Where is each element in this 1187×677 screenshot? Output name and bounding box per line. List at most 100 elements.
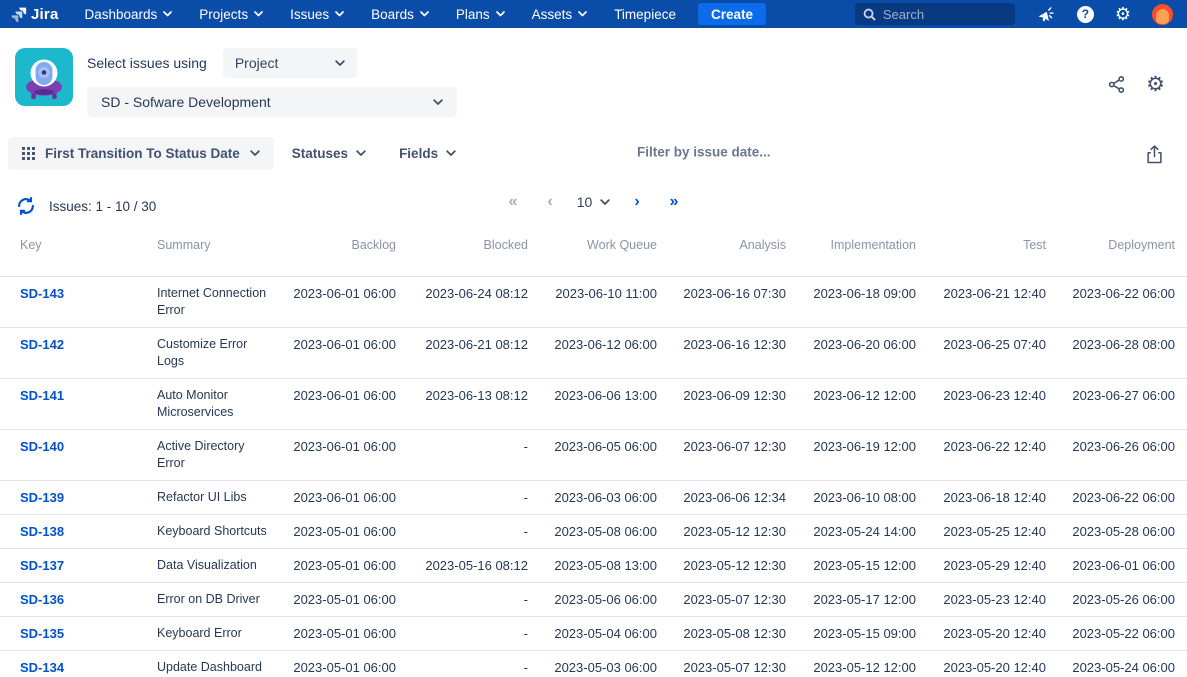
nav-item-label: Issues (290, 6, 330, 22)
date-cell-blocked: 2023-06-21 08:12 (408, 327, 540, 379)
date-cell-blocked: 2023-06-24 08:12 (408, 276, 540, 328)
date-cell-work-queue: 2023-06-12 06:00 (540, 327, 669, 379)
date-cell-deployment: 2023-06-28 08:00 (1058, 327, 1187, 379)
nav-item-dashboards[interactable]: Dashboards (85, 7, 173, 22)
user-avatar[interactable] (1152, 3, 1173, 25)
search-icon (863, 8, 876, 21)
issue-summary-cell: Refactor UI Libs (137, 480, 283, 515)
pagination-row: Issues: 1 - 10 / 30 « ‹ 10 › » (0, 180, 1187, 222)
issue-key-cell: SD-139 (0, 480, 137, 515)
nav-item-label: Timepiece (614, 6, 676, 22)
chevron-down-icon (356, 150, 366, 157)
issue-summary-cell: Auto Monitor Microservices (137, 378, 283, 430)
issue-key-link[interactable]: SD-137 (20, 558, 64, 573)
date-cell-deployment: 2023-05-28 06:00 (1058, 514, 1187, 549)
issue-source-selectors: Select issues using Project SD - Sofware… (87, 48, 457, 117)
issue-key-link[interactable]: SD-140 (20, 439, 64, 454)
column-header-work-queue: Work Queue (587, 238, 657, 252)
issue-key-cell: SD-134 (0, 650, 137, 677)
chevron-down-icon (335, 59, 345, 67)
announcements-megaphone-icon[interactable] (1036, 5, 1056, 24)
jira-logo[interactable]: Jira (10, 5, 59, 23)
issue-key-link[interactable]: SD-142 (20, 337, 64, 352)
date-cell-analysis: 2023-06-16 07:30 (669, 276, 798, 328)
share-icon[interactable] (1107, 75, 1126, 94)
date-cell-backlog: 2023-05-01 06:00 (283, 616, 408, 651)
fields-dropdown[interactable]: Fields (399, 146, 456, 161)
table-body: SD-143 Internet Connection Error 2023-06-0… (0, 276, 1187, 677)
refresh-icon[interactable] (15, 195, 37, 217)
export-icon[interactable] (1146, 144, 1163, 164)
issue-key-link[interactable]: SD-135 (20, 626, 64, 641)
issue-key-link[interactable]: SD-134 (20, 660, 64, 675)
report-toolbar: First Transition To Status Date Statuses… (0, 123, 1187, 180)
pager: « ‹ 10 › » (495, 193, 693, 210)
nav-item-issues[interactable]: Issues (290, 7, 344, 22)
date-cell-backlog: 2023-05-01 06:00 (283, 548, 408, 583)
jira-logo-icon (10, 5, 28, 23)
column-picker-dropdown[interactable]: First Transition To Status Date (8, 137, 274, 170)
chevron-down-icon (578, 11, 588, 17)
date-cell-test: 2023-06-25 07:40 (928, 327, 1058, 379)
select-mode-value: Project (234, 55, 279, 71)
create-button[interactable]: Create (697, 3, 766, 25)
chevron-down-icon (250, 150, 260, 157)
date-cell-backlog: 2023-06-01 06:00 (283, 429, 408, 481)
issue-key-link[interactable]: SD-136 (20, 592, 64, 607)
issue-summary-cell: Keyboard Error (137, 616, 283, 651)
gadget-settings-gear-icon[interactable]: ⚙ (1146, 74, 1165, 95)
nav-item-boards[interactable]: Boards (371, 7, 429, 22)
date-cell-blocked: 2023-06-13 08:12 (408, 378, 540, 430)
prev-page-button[interactable]: ‹ (532, 193, 569, 210)
main-menu: Dashboards Projects Issues Boards Plans Asset… (85, 7, 676, 22)
date-cell-deployment: 2023-05-26 06:00 (1058, 582, 1187, 617)
date-cell-backlog: 2023-06-01 06:00 (283, 276, 408, 328)
date-cell-implementation: 2023-05-12 12:00 (798, 650, 928, 677)
navbar-search[interactable] (854, 3, 1015, 25)
date-cell-implementation: 2023-06-10 08:00 (798, 480, 928, 515)
nav-item-assets[interactable]: Assets (532, 7, 588, 22)
table-row: SD-138 Keyboard Shortcuts 2023-05-01 06:00… (0, 514, 1187, 549)
issue-key-cell: SD-137 (0, 548, 137, 583)
table-row: SD-141 Auto Monitor Microservices 2023-06-… (0, 378, 1187, 430)
last-page-button[interactable]: » (656, 193, 693, 210)
date-cell-blocked: - (408, 514, 540, 549)
project-dropdown[interactable]: SD - Sofware Development (87, 87, 457, 117)
issue-key-link[interactable]: SD-139 (20, 490, 64, 505)
help-icon[interactable]: ? (1076, 5, 1094, 23)
date-cell-test: 2023-06-22 12:40 (928, 429, 1058, 481)
nav-item-timepiece[interactable]: Timepiece (614, 7, 676, 22)
first-page-button[interactable]: « (495, 193, 532, 210)
page-size-value: 10 (576, 193, 593, 210)
search-input[interactable] (882, 6, 1007, 22)
date-cell-deployment: 2023-06-27 06:00 (1058, 378, 1187, 430)
issue-key-link[interactable]: SD-138 (20, 524, 64, 539)
gadget-header: Select issues using Project SD - Sofware… (0, 28, 1187, 123)
filter-by-issue-date-input[interactable]: Filter by issue date... (637, 144, 771, 159)
page-size-select[interactable]: 10 (569, 194, 619, 210)
table-row: SD-142 Customize Error Logs 2023-06-01 06:… (0, 327, 1187, 379)
next-page-button[interactable]: › (619, 193, 656, 210)
nav-item-plans[interactable]: Plans (456, 7, 505, 22)
table-header-row: Key Summary Backlog Blocked Work Queue Analys… (0, 232, 1187, 277)
issue-summary-cell: Customize Error Logs (137, 327, 283, 379)
table-row: SD-143 Internet Connection Error 2023-06-0… (0, 276, 1187, 328)
date-cell-analysis: 2023-05-07 12:30 (669, 582, 798, 617)
issue-key-link[interactable]: SD-141 (20, 388, 64, 403)
date-cell-work-queue: 2023-05-08 06:00 (540, 514, 669, 549)
settings-gear-icon[interactable]: ⚙ (1115, 5, 1131, 23)
issue-summary-cell: Error on DB Driver (137, 582, 283, 617)
issues-table: Key Summary Backlog Blocked Work Queue Analys… (0, 232, 1187, 677)
navbar-right: ? ⚙ (854, 3, 1173, 25)
nav-item-projects[interactable]: Projects (199, 7, 263, 22)
issue-key-cell: SD-143 (0, 276, 137, 328)
column-header-test: Test (1023, 238, 1046, 252)
date-cell-test: 2023-05-23 12:40 (928, 582, 1058, 617)
chevron-down-icon (495, 11, 505, 17)
date-cell-backlog: 2023-05-01 06:00 (283, 582, 408, 617)
statuses-dropdown[interactable]: Statuses (292, 146, 366, 161)
date-cell-implementation: 2023-05-15 12:00 (798, 548, 928, 583)
issue-key-link[interactable]: SD-143 (20, 286, 64, 301)
select-mode-dropdown[interactable]: Project (222, 48, 357, 78)
date-cell-analysis: 2023-06-16 12:30 (669, 327, 798, 379)
